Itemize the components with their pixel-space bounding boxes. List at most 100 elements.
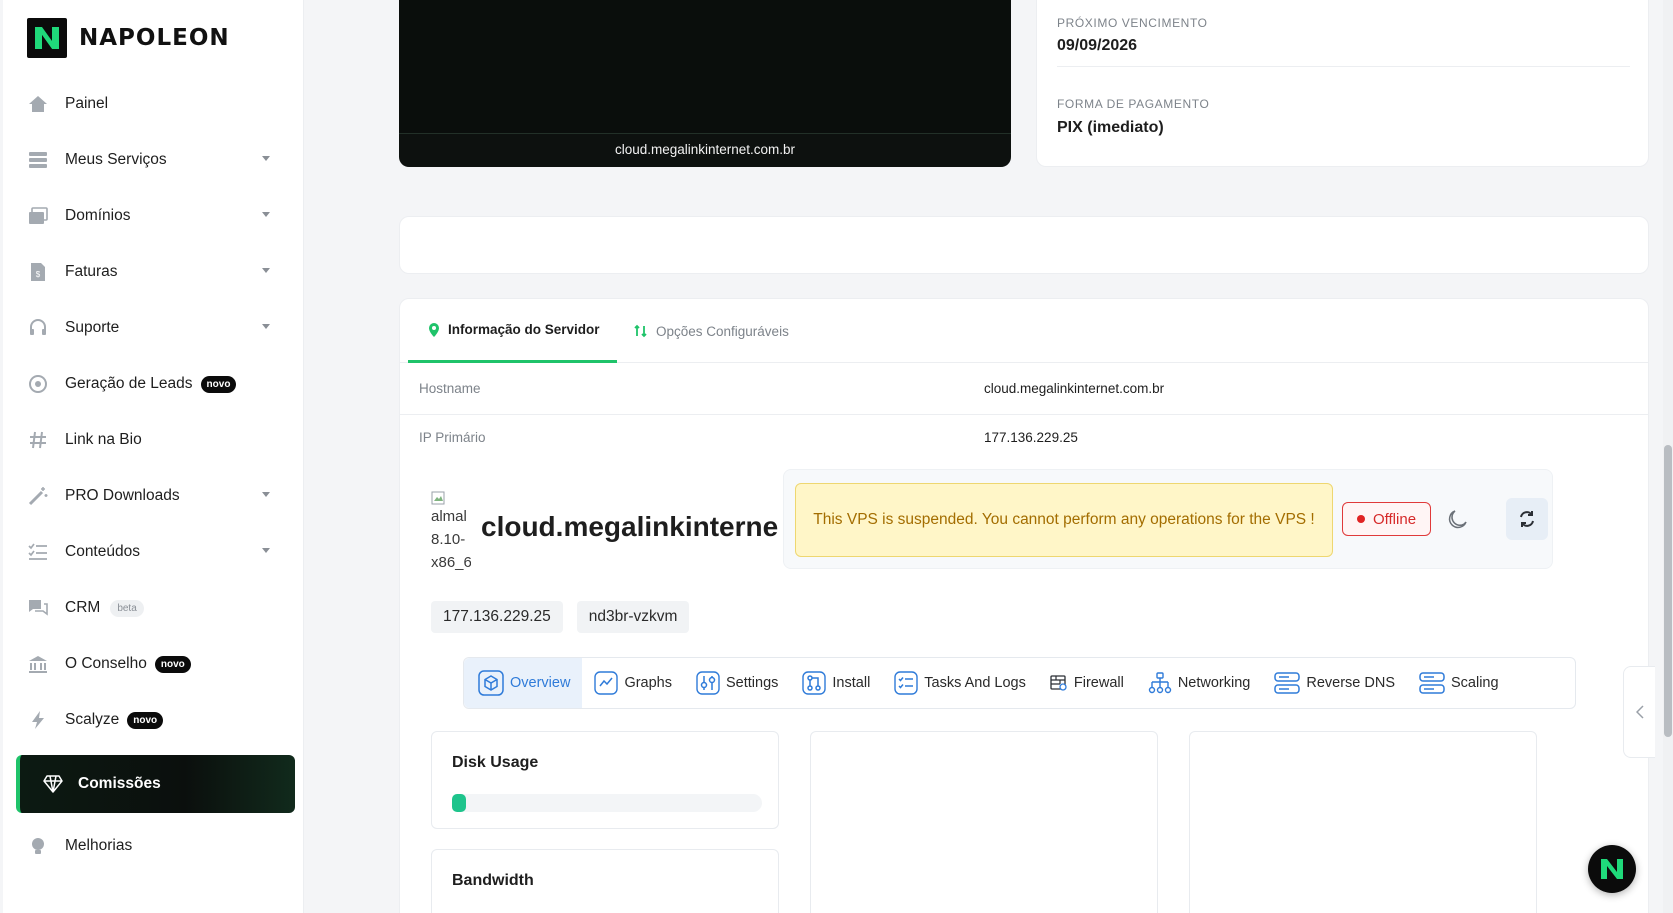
brand-logo[interactable]: NAPOLEON [27,18,230,58]
preview-caption: cloud.megalinkinternet.com.br [614,142,796,157]
bank-icon [27,653,49,675]
due-date-value: 09/09/2026 [1057,37,1138,54]
suspended-alert: This VPS is suspended. You cannot perfor… [795,483,1333,557]
sidebar-item-dominios[interactable]: Domínios [3,188,304,244]
chevron-down-icon[interactable] [262,548,270,553]
tab-informacao-do-servidor[interactable]: Informação do Servidor [408,299,617,363]
collapse-side-button[interactable] [1623,666,1655,758]
ip-label: IP Primário [419,429,486,445]
chevron-left-icon [1635,705,1644,719]
disk-usage-title: Disk Usage [452,754,539,771]
vps-tab-install[interactable]: Install [790,658,882,708]
cube-icon [478,670,504,696]
sidebar-item-pro-downloads[interactable]: PRO Downloads [3,468,304,524]
tab-opcoes-configuraveis[interactable]: Opções Configuráveis [634,299,789,363]
hash-icon [27,429,49,451]
sidebar-item-melhorias[interactable]: Melhorias [3,818,304,874]
refresh-icon [1520,511,1534,527]
headset-icon [27,317,49,339]
status-badge: Offline [1342,502,1431,536]
chevron-down-icon[interactable] [262,492,270,497]
server-tabs: Informação do Servidor Opções Configuráv… [400,299,1648,363]
vps-tab-label: Overview [510,675,571,691]
disk-usage-fill [452,794,466,812]
sidebar-item-faturas[interactable]: $ Faturas [3,244,304,300]
refresh-button[interactable] [1506,498,1548,540]
status-dot-icon [1356,515,1365,523]
chat-icon [27,597,49,619]
vps-tab-firewall[interactable]: Firewall [1038,658,1136,708]
sidebar-item-crm[interactable]: CRM beta [3,580,304,636]
vps-hostname: cloud.megalinkinterne [481,511,779,542]
scaling-icon [1419,671,1445,695]
sidebar-item-painel[interactable]: Painel [3,76,304,132]
network-icon [1148,671,1172,695]
payment-method-value: PIX (imediato) [1057,119,1164,136]
payment-method-label: FORMA DE PAGAMENTO [1057,97,1210,111]
vps-tab-scaling[interactable]: Scaling [1407,658,1511,708]
vps-header: almal 8.10-x86_6 cloud.megalinkinterne T… [400,469,1648,579]
scrollbar-thumb[interactable] [1664,445,1672,737]
sidebar-item-o-conselho[interactable]: O Conselho novo [3,636,304,692]
novo-badge: novo [200,375,237,393]
vps-tab-label: Firewall [1073,675,1124,691]
sidebar-item-label: Faturas [65,263,118,280]
sidebar-item-meus-servicos[interactable]: Meus Serviços [3,132,304,188]
vps-tab-overview[interactable]: Overview [464,658,583,708]
map-pin-icon [428,322,440,337]
sidebar-nav: Painel Meus Serviços Domínios $ Faturas Supor… [3,76,304,748]
due-date-label: PRÓXIMO VENCIMENTO [1057,16,1208,30]
sort-arrows-icon [634,324,648,338]
billing-card: PRÓXIMO VENCIMENTO 09/09/2026 FORMA DE P… [1036,0,1649,167]
napoleon-logo-icon [1601,859,1623,879]
chat-launcher-button[interactable] [1588,845,1636,893]
sidebar-item-suporte[interactable]: Suporte [3,300,304,356]
vps-tab-label: Networking [1177,675,1251,691]
moon-icon [1448,510,1467,529]
sidebar-item-label: Comissões [78,775,161,792]
vps-tab-settings[interactable]: Settings [684,658,790,708]
sidebar-item-label: PRO Downloads [65,487,180,504]
line-chart-icon [594,671,619,695]
vps-tab-networking[interactable]: Networking [1136,658,1263,708]
vps-tab-tasks-and-logs[interactable]: Tasks And Logs [882,658,1038,708]
disk-usage-bar [452,794,762,812]
sidebar-item-label: Painel [65,95,109,112]
chevron-down-icon[interactable] [262,324,270,329]
hostname-label: Hostname [419,381,481,396]
vps-tab-reverse-dns[interactable]: Reverse DNS [1262,658,1407,708]
sidebar-item-conteudos[interactable]: Conteúdos [3,524,304,580]
checklist-icon [894,671,918,695]
vps-tab-label: Settings [726,675,779,691]
bandwidth-panel: Bandwidth [431,849,779,913]
main-content: cloud.megalinkinternet.com.br PRÓXIMO VE… [305,0,1673,913]
vps-tab-label: Install [832,675,871,691]
list-icon [27,541,49,563]
sidebar-item-label: Scalyze [65,711,120,728]
scrollbar[interactable] [1663,0,1673,913]
chevron-down-icon[interactable] [262,212,270,217]
dark-mode-toggle[interactable] [1441,502,1475,536]
chevron-down-icon[interactable] [262,156,270,161]
sidebar-item-geracao-de-leads[interactable]: Geração de Leads novo [3,356,304,412]
beta-badge: beta [110,599,144,617]
svg-text:$: $ [36,270,41,279]
sidebar-item-label: Geração de Leads [65,375,193,392]
vps-chips: 177.136.229.25 nd3br-vzkvm [431,601,690,633]
overview-panel-3 [1189,731,1537,913]
preview-screen [399,0,1011,134]
dns-icon [1274,671,1301,695]
sidebar-item-label: Melhorias [65,837,133,854]
diamond-icon [42,773,64,795]
sidebar-item-link-na-bio[interactable]: Link na Bio [3,412,304,468]
sidebar-item-scalyze[interactable]: Scalyze novo [3,692,304,748]
sidebar-item-label: Conteúdos [65,543,140,560]
server-info-card: Informação do Servidor Opções Configuráv… [399,298,1649,913]
sidebar-item-label: Meus Serviços [65,151,167,168]
sidebar-item-comissoes[interactable]: Comissões [16,755,295,813]
novo-badge: novo [127,711,164,729]
status-label: Offline [1372,510,1417,528]
chevron-down-icon[interactable] [262,268,270,273]
vps-tab-graphs[interactable]: Graphs [582,658,684,708]
lightbulb-icon [27,835,49,857]
